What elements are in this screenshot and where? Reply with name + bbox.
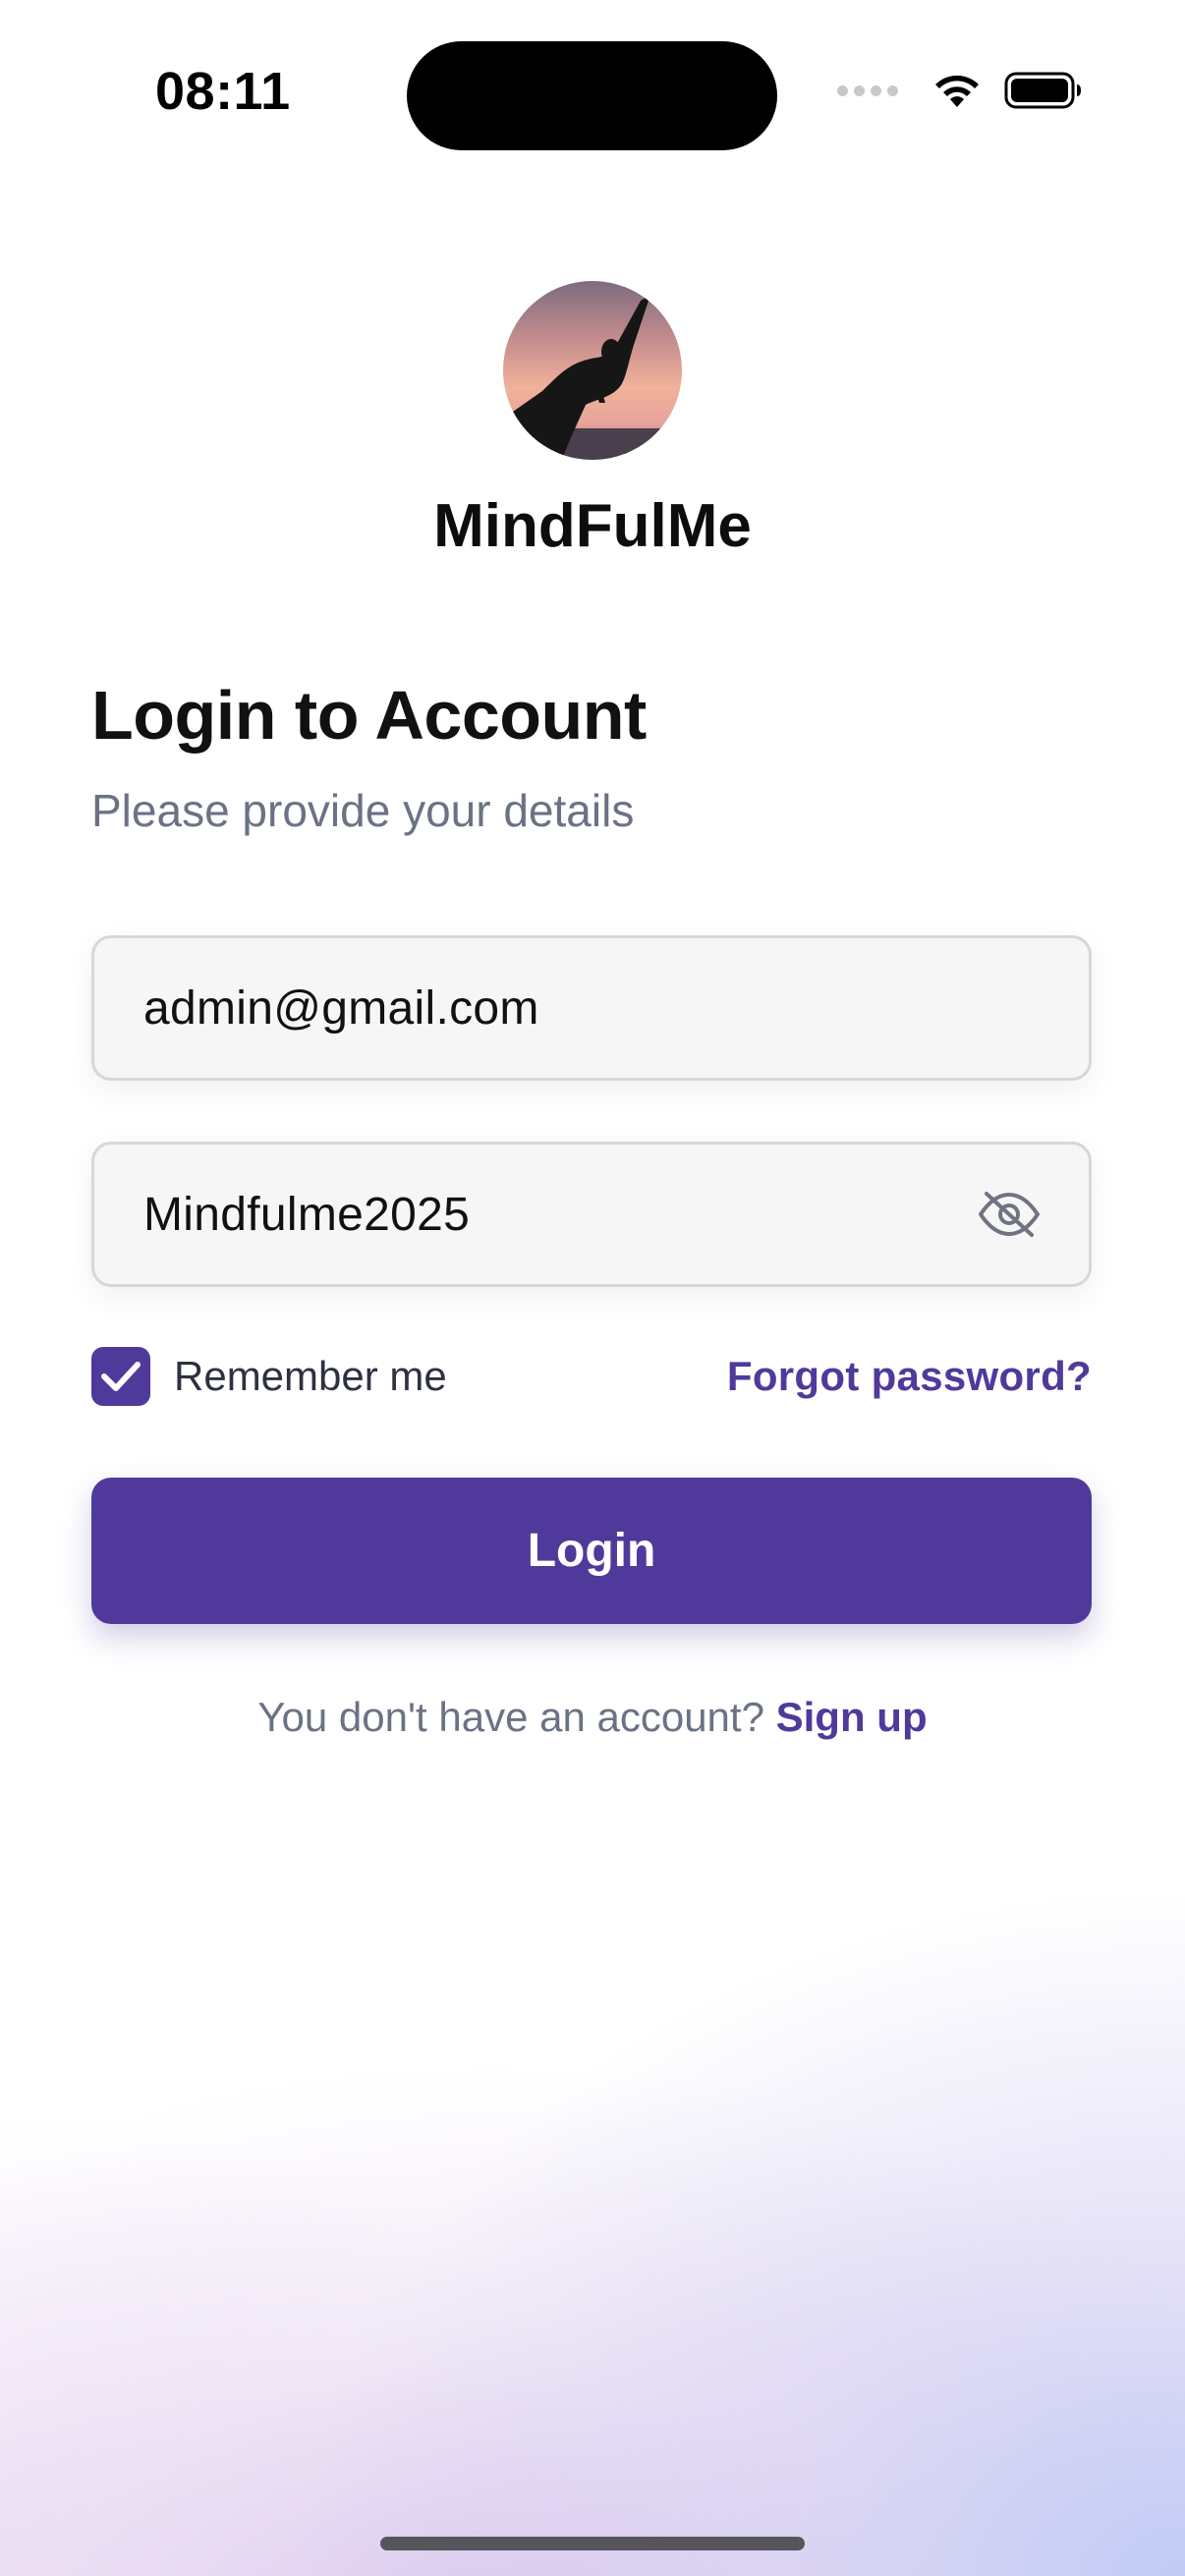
- remember-row: Remember me Forgot password?: [91, 1346, 1092, 1407]
- remember-me-label: Remember me: [174, 1353, 447, 1399]
- brand-logo-avatar: [503, 281, 682, 460]
- page-title: Login to Account: [91, 677, 647, 754]
- email-value: admin@gmail.com: [143, 981, 539, 1035]
- signup-row: You don't have an account? Sign up: [0, 1694, 1185, 1741]
- remember-me-toggle[interactable]: Remember me: [91, 1347, 447, 1406]
- status-icons: [837, 71, 1083, 110]
- page-subtitle: Please provide your details: [91, 785, 635, 836]
- wifi-icon: [935, 75, 979, 107]
- password-field[interactable]: Mindfulme2025: [91, 1142, 1092, 1287]
- brand-name: MindFulMe: [433, 492, 752, 560]
- password-value: Mindfulme2025: [143, 1188, 471, 1241]
- yoga-pose-icon: [503, 281, 682, 460]
- remember-me-checkbox[interactable]: [91, 1347, 150, 1406]
- cellular-signal-icon: [837, 84, 898, 96]
- checkmark-icon: [101, 1362, 141, 1391]
- email-field[interactable]: admin@gmail.com: [91, 935, 1092, 1081]
- forgot-password-link[interactable]: Forgot password?: [727, 1353, 1092, 1400]
- home-indicator[interactable]: [380, 2537, 805, 2550]
- signup-prompt: You don't have an account?: [257, 1694, 764, 1740]
- signup-link[interactable]: Sign up: [776, 1694, 928, 1740]
- status-time: 08:11: [155, 62, 291, 121]
- dynamic-island: [407, 41, 777, 150]
- battery-icon: [1004, 72, 1081, 109]
- eye-off-icon[interactable]: [977, 1190, 1042, 1239]
- login-button[interactable]: Login: [91, 1478, 1092, 1624]
